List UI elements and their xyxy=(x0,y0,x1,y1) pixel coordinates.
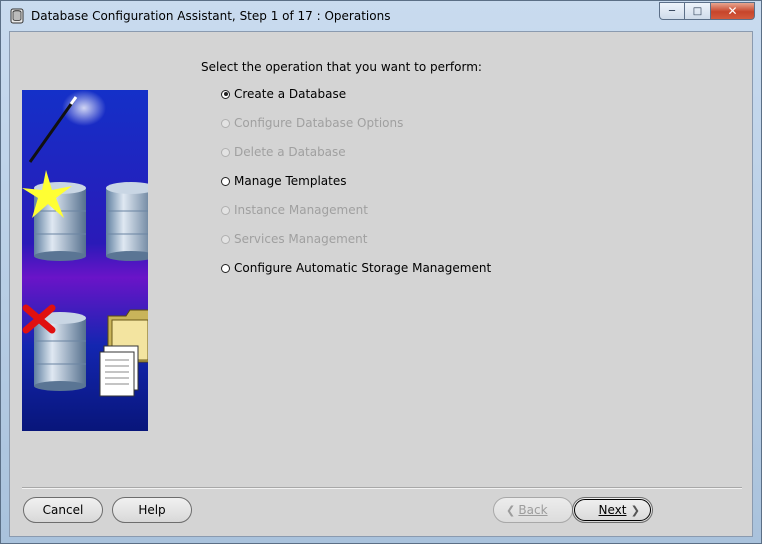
radio-delete-database xyxy=(221,147,230,157)
back-label: Back xyxy=(518,503,548,517)
option-create-database[interactable]: Create a Database xyxy=(221,85,346,103)
option-label: Manage Templates xyxy=(234,174,347,188)
dialog-body: Select the operation that you want to pe… xyxy=(9,31,753,537)
help-button[interactable]: Help xyxy=(112,497,192,523)
oracle-dbca-app-icon xyxy=(10,8,24,24)
option-label: Instance Management xyxy=(234,203,368,217)
close-icon: ✕ xyxy=(727,4,738,18)
window-title: Database Configuration Assistant, Step 1… xyxy=(31,9,391,23)
option-label: Services Management xyxy=(234,232,368,246)
option-label: Delete a Database xyxy=(234,145,346,159)
radio-instance-management xyxy=(221,205,230,215)
back-button: ❮ Back xyxy=(493,497,573,523)
radio-configure-asm[interactable] xyxy=(221,263,230,273)
dbca-window: Database Configuration Assistant, Step 1… xyxy=(0,0,762,544)
maximize-button[interactable]: □ xyxy=(685,2,711,20)
close-button[interactable]: ✕ xyxy=(711,2,755,20)
maximize-icon: □ xyxy=(692,5,703,17)
option-label: Configure Database Options xyxy=(234,116,404,130)
next-button[interactable]: Next ❯ xyxy=(572,497,653,523)
chevron-left-icon: ❮ xyxy=(506,503,516,517)
title-bar[interactable]: Database Configuration Assistant, Step 1… xyxy=(1,1,761,31)
next-label: Next xyxy=(598,503,627,517)
help-label: Help xyxy=(138,503,166,517)
operation-prompt: Select the operation that you want to pe… xyxy=(201,60,482,74)
option-services-management: Services Management xyxy=(221,230,367,248)
option-configure-asm[interactable]: Configure Automatic Storage Management xyxy=(221,259,491,277)
radio-configure-database-options xyxy=(221,118,230,128)
radio-services-management xyxy=(221,234,230,244)
option-instance-management: Instance Management xyxy=(221,201,368,219)
radio-manage-templates[interactable] xyxy=(221,176,230,186)
wizard-illustration xyxy=(22,90,148,431)
footer-separator xyxy=(22,487,742,489)
option-label: Configure Automatic Storage Management xyxy=(234,261,492,275)
minimize-icon: ─ xyxy=(668,5,676,17)
option-label: Create a Database xyxy=(234,87,347,101)
cancel-label: Cancel xyxy=(42,503,84,517)
chevron-right-icon: ❯ xyxy=(630,503,640,517)
cancel-button[interactable]: Cancel xyxy=(23,497,103,523)
radio-create-database[interactable] xyxy=(221,89,230,99)
minimize-button[interactable]: ─ xyxy=(659,2,685,20)
option-manage-templates[interactable]: Manage Templates xyxy=(221,172,347,190)
option-configure-database-options: Configure Database Options xyxy=(221,114,403,132)
option-delete-database: Delete a Database xyxy=(221,143,346,161)
